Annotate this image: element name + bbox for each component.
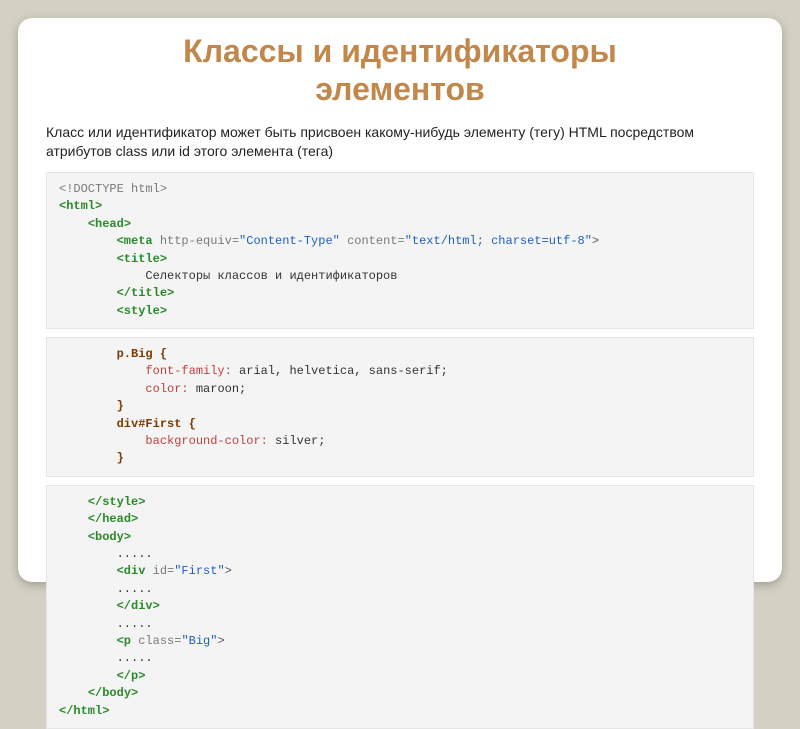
code-p-val: "Big"	[181, 634, 217, 648]
code-p-attr: class=	[131, 634, 181, 648]
code-meta-val2: "text/html; charset=utf-8"	[405, 234, 592, 248]
css-close-1: }	[117, 399, 124, 413]
css-close-2: }	[117, 451, 124, 465]
code-block-head: <!DOCTYPE html> <html> <head> <meta http…	[46, 172, 754, 329]
code-div-attr: id=	[145, 564, 174, 578]
slide-card: Классы и идентификаторы элементов Класс …	[18, 18, 782, 582]
code-p-gt: >	[217, 634, 224, 648]
code-div-gt: >	[225, 564, 232, 578]
css-prop-1: font-family:	[145, 364, 231, 378]
css-val-1: arial, helvetica, sans-serif;	[232, 364, 448, 378]
code-dots-3: .....	[117, 617, 153, 631]
css-val-2: maroon;	[189, 382, 247, 396]
code-meta-open: <meta	[117, 234, 153, 248]
code-title-close: </title>	[117, 286, 175, 300]
title-line-2: элементов	[315, 71, 484, 107]
code-div-open: <div	[117, 564, 146, 578]
css-sel-2: div#First {	[117, 417, 196, 431]
code-title-open: <title>	[117, 252, 167, 266]
code-block-body: </style> </head> <body> ..... <div id="F…	[46, 485, 754, 729]
code-html-open: <html>	[59, 199, 102, 213]
code-head-open: <head>	[88, 217, 131, 231]
code-body-close: </body>	[88, 686, 138, 700]
code-p-close: </p>	[117, 669, 146, 683]
code-body-open: <body>	[88, 530, 131, 544]
code-meta-val1: "Content-Type"	[239, 234, 340, 248]
slide-description: Класс или идентификатор может быть присв…	[46, 123, 754, 162]
title-line-1: Классы и идентификаторы	[183, 33, 617, 69]
code-dots-2: .....	[117, 582, 153, 596]
code-block-css: p.Big { font-family: arial, helvetica, s…	[46, 337, 754, 477]
code-html-close: </html>	[59, 704, 109, 718]
css-sel-1: p.Big {	[117, 347, 167, 361]
code-head-close: </head>	[88, 512, 138, 526]
code-doctype: <!DOCTYPE html>	[59, 182, 167, 196]
code-style-close: </style>	[88, 495, 146, 509]
code-p-open: <p	[117, 634, 131, 648]
code-div-close: </div>	[117, 599, 160, 613]
css-prop-3: background-color:	[145, 434, 267, 448]
code-title-text: Селекторы классов и идентификаторов	[145, 269, 397, 283]
slide-title: Классы и идентификаторы элементов	[46, 32, 754, 109]
code-dots-4: .....	[117, 651, 153, 665]
code-meta-attr1: http-equiv=	[153, 234, 239, 248]
code-meta-attr2: content=	[340, 234, 405, 248]
code-div-val: "First"	[174, 564, 224, 578]
code-style-open: <style>	[117, 304, 167, 318]
code-dots-1: .....	[117, 547, 153, 561]
css-val-3: silver;	[268, 434, 326, 448]
css-prop-2: color:	[145, 382, 188, 396]
code-meta-close: >	[592, 234, 599, 248]
